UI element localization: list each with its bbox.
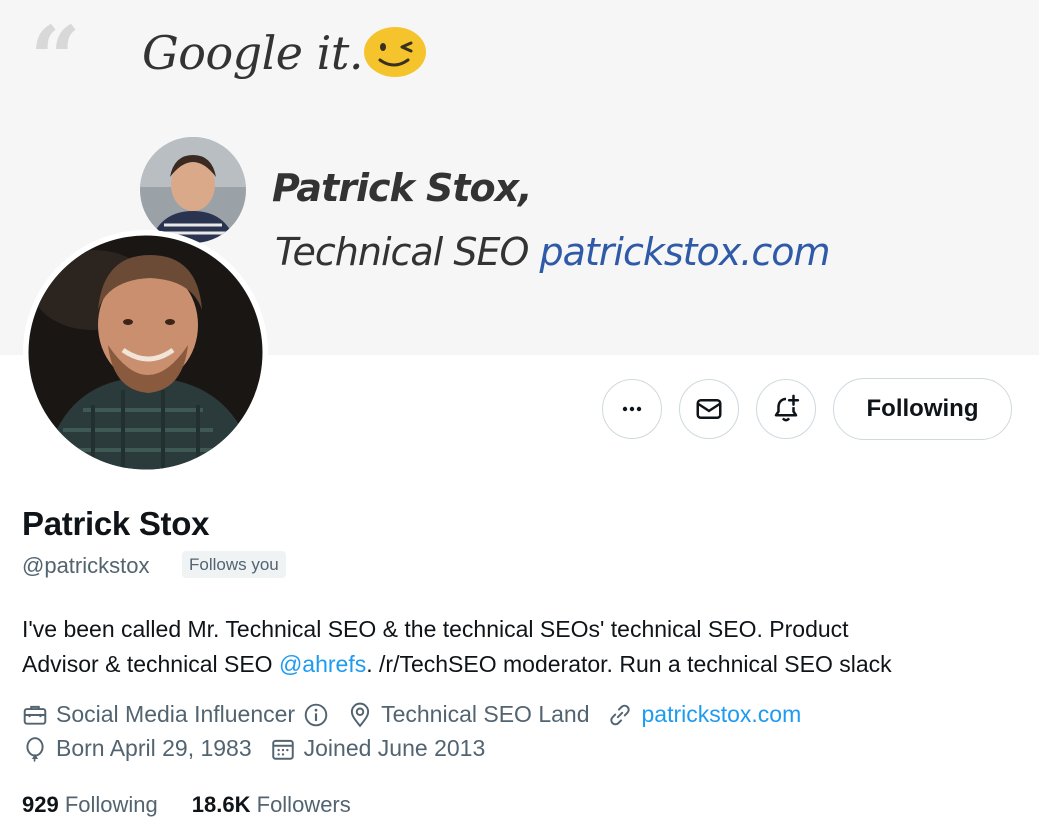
location-item: Technical SEO Land bbox=[347, 701, 589, 728]
followers-label: Followers bbox=[256, 792, 351, 817]
bell-plus-icon bbox=[774, 394, 800, 422]
website-link[interactable]: patrickstox.com bbox=[641, 701, 801, 728]
followers-stat[interactable]: 18.6K Followers bbox=[192, 792, 351, 818]
banner-title-text: Technical SEO bbox=[275, 230, 529, 274]
message-button[interactable] bbox=[679, 379, 739, 439]
banner-google-text: Google it. bbox=[142, 26, 363, 80]
category-item: Social Media Influencer bbox=[22, 701, 329, 728]
profile-meta-row-2: Born April 29, 1983 Joined June 2013 bbox=[22, 735, 503, 762]
website-item: patrickstox.com bbox=[607, 701, 801, 728]
birthday-item: Born April 29, 1983 bbox=[22, 735, 252, 762]
link-icon bbox=[610, 704, 631, 725]
banner-name-text: Patrick Stox, bbox=[272, 166, 533, 210]
wink-emoji-icon bbox=[364, 27, 426, 77]
bio-line-2: Advisor & technical SEO @ahrefs. /r/Tech… bbox=[22, 647, 1022, 682]
user-handle: @patrickstox bbox=[22, 553, 150, 578]
birthday-text: Born April 29, 1983 bbox=[56, 735, 252, 761]
followers-count: 18.6K bbox=[191, 792, 251, 817]
following-stat[interactable]: 929 Following bbox=[22, 792, 158, 818]
profile-bio: I've been called Mr. Technical SEO & the… bbox=[22, 612, 1022, 682]
display-name: Patrick Stox bbox=[22, 505, 210, 542]
location-text: Technical SEO Land bbox=[381, 701, 590, 727]
bio-line-2-suffix: . /r/TechSEO moderator. Run a technical … bbox=[366, 651, 892, 677]
banner-quote-mark: “ bbox=[30, 6, 81, 110]
category-text: Social Media Influencer bbox=[56, 701, 296, 727]
location-pin-icon bbox=[350, 702, 370, 727]
joined-text: Joined June 2013 bbox=[303, 735, 486, 761]
notify-button[interactable] bbox=[756, 379, 816, 439]
more-options-button[interactable] bbox=[602, 379, 662, 439]
joined-item: Joined June 2013 bbox=[270, 735, 486, 762]
mention-link[interactable]: @ahrefs bbox=[279, 651, 366, 677]
bio-line-2-prefix: Advisor & technical SEO bbox=[22, 651, 279, 677]
info-icon[interactable] bbox=[303, 702, 329, 728]
bio-line-1: I've been called Mr. Technical SEO & the… bbox=[22, 616, 849, 642]
balloon-icon bbox=[26, 736, 44, 762]
follows-you-badge: Follows you bbox=[182, 551, 286, 578]
briefcase-icon bbox=[23, 705, 47, 725]
banner-tagline: Technical SEO patrickstox.com bbox=[275, 230, 831, 274]
profile-meta-row-1: Social Media Influencer Technical SEO La… bbox=[22, 701, 819, 728]
banner-avatar-image bbox=[140, 137, 246, 243]
banner-url-text: patrickstox.com bbox=[539, 230, 830, 274]
profile-avatar[interactable] bbox=[23, 230, 268, 475]
calendar-icon bbox=[271, 739, 294, 760]
following-label: Following bbox=[64, 792, 158, 817]
following-button[interactable]: Following bbox=[833, 378, 1012, 440]
following-count: 929 bbox=[22, 792, 59, 817]
follow-stats: 929 Following 18.6K Followers bbox=[22, 792, 385, 818]
more-icon bbox=[622, 406, 642, 412]
envelope-icon bbox=[696, 399, 722, 419]
